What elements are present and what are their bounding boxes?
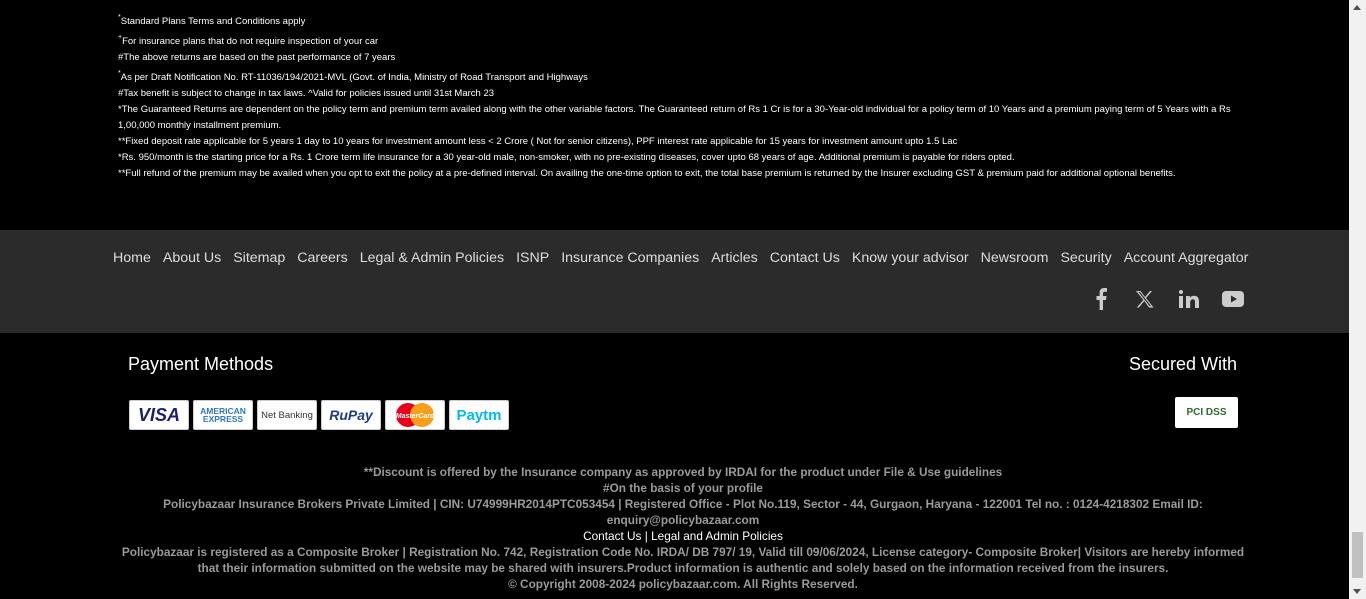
rupay-logo: RuPay [321,400,381,430]
disclaimer-line: *Standard Plans Terms and Conditions app… [118,14,306,27]
footer-link-careers[interactable]: Careers [297,250,347,266]
scroll-down-arrow[interactable] [1353,589,1361,594]
mastercard-logo: MasterCard [385,400,445,430]
footer-link-security[interactable]: Security [1060,250,1111,266]
pci-dss-badge: PCI DSS [1175,397,1238,428]
amex-logo: AMERICAN EXPRESS [193,400,253,430]
disclaimer-line: #Tax benefit is subject to change in tax… [118,88,495,99]
disclaimer-line: *The Guaranteed Returns are dependent on… [118,104,1231,131]
footer-link-newsroom[interactable]: Newsroom [981,250,1049,266]
footer-links: Home About Us Sitemap Careers Legal & Ad… [113,250,1248,266]
payment-logos: VISA AMERICAN EXPRESS Net Banking RuPay … [129,400,509,430]
disclaimer-line: **Fixed deposit rate applicable for 5 ye… [118,136,958,147]
footer-link-account-aggregator[interactable]: Account Aggregator [1124,250,1249,266]
footer-link-about-us[interactable]: About Us [163,250,221,266]
disclaimer-section: *Standard Plans Terms and Conditions app… [118,14,1243,182]
social-links [1090,288,1244,310]
footer-link-contact-us[interactable]: Contact Us [770,250,840,266]
disclaimer-line: *As per Draft Notification No. RT-11036/… [118,70,588,83]
disclaimer-line: #The above returns are based on the past… [118,52,396,63]
paytm-logo: Paytm [449,400,509,430]
facebook-icon[interactable] [1090,288,1112,310]
copyright: © Copyright 2008-2024 policybazaar.com. … [508,577,858,591]
legal-links: Contact Us | Legal and Admin Policies [583,529,783,543]
footer-link-articles[interactable]: Articles [711,250,758,266]
company-info: Policybazaar Insurance Brokers Private L… [163,497,1203,527]
footer-link-sitemap[interactable]: Sitemap [233,250,285,266]
disclaimer-line: **Full refund of the premium may be avai… [118,168,1176,179]
footer-link-home[interactable]: Home [113,250,151,266]
visa-logo: VISA [129,400,189,430]
net-banking-logo: Net Banking [257,400,317,430]
bottom-contact-us-link[interactable]: Contact Us [583,529,641,543]
legal-info: **Discount is offered by the Insurance c… [110,464,1256,592]
vertical-scrollbar[interactable] [1349,0,1366,599]
disclaimer-line: +For insurance plans that do not require… [118,34,379,47]
footer-link-bar: Home About Us Sitemap Careers Legal & Ad… [0,230,1349,333]
youtube-icon[interactable] [1222,288,1244,310]
scroll-thumb[interactable] [1352,532,1363,578]
bottom-legal-policies-link[interactable]: Legal and Admin Policies [651,529,783,543]
x-icon[interactable] [1134,288,1156,310]
scroll-up-arrow[interactable] [1353,5,1361,10]
footer-link-insurance-companies[interactable]: Insurance Companies [561,250,699,266]
discount-note: **Discount is offered by the Insurance c… [363,465,1003,479]
footer-link-know-your-advisor[interactable]: Know your advisor [852,250,969,266]
profile-note: #On the basis of your profile [603,481,763,495]
footer-link-isnp[interactable]: ISNP [516,250,549,266]
linkedin-icon[interactable] [1178,288,1200,310]
disclaimer-line: *Rs. 950/month is the starting price for… [118,152,1015,163]
footer-link-legal-admin-policies[interactable]: Legal & Admin Policies [360,250,504,266]
secured-with-heading: Secured With [1128,354,1237,374]
registration-info: Policybazaar is registered as a Composit… [121,545,1245,575]
payment-methods-heading: Payment Methods [128,354,274,374]
svg-text:MasterCard: MasterCard [396,413,435,420]
